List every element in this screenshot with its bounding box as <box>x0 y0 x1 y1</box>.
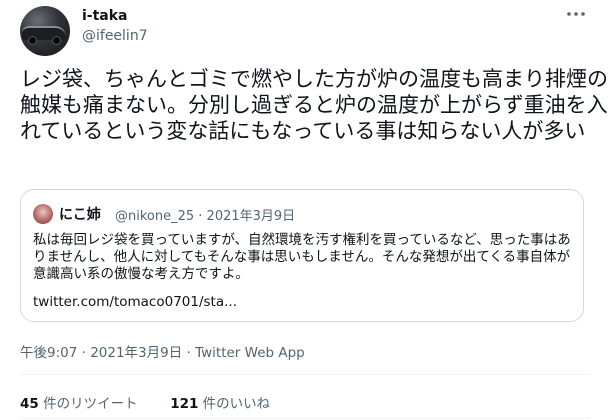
author-name[interactable]: i-taka <box>82 8 128 24</box>
author-avatar[interactable] <box>20 6 70 56</box>
quote-text: 私は毎回レジ袋を買っていますが、自然環境を汚す権利を買っているなど、思った事はあ… <box>33 232 571 282</box>
author-handle[interactable]: @ifeelin7 <box>82 28 148 44</box>
quote-author-avatar <box>33 204 53 224</box>
retweets-count[interactable]: 45 <box>20 396 39 412</box>
quote-handle-date: @nikone_25 · 2021年3月9日 <box>115 209 296 224</box>
quote-author-name: にこ姉 <box>59 207 101 223</box>
divider-top <box>20 374 590 375</box>
likes-count[interactable]: 121 <box>170 396 198 412</box>
more-horizontal-icon[interactable] <box>564 6 588 24</box>
quote-link[interactable]: twitter.com/tomaco0701/sta... <box>33 294 237 310</box>
likes-label[interactable]: 件のいいね <box>203 396 271 412</box>
tweet-stats: 45 件のリツイート 121 件のいいね <box>20 392 270 412</box>
quoted-tweet-card[interactable]: にこ姉 @nikone_25 · 2021年3月9日 私は毎回レジ袋を買っていま… <box>20 189 584 322</box>
more-dots-svg <box>567 12 585 16</box>
retweets-label[interactable]: 件のリツイート <box>43 396 138 412</box>
tweet-timestamp[interactable]: 午後9:07 · 2021年3月9日 · Twitter Web App <box>20 341 305 361</box>
tweet-text: レジ袋、ちゃんとゴミで燃やした方が炉の温度も高まり排煙の触媒も痛まない。分別し過… <box>20 67 608 143</box>
avatar-wheel-rear <box>52 36 61 45</box>
avatar-wheel-front <box>28 36 37 45</box>
divider-bottom <box>20 418 590 419</box>
